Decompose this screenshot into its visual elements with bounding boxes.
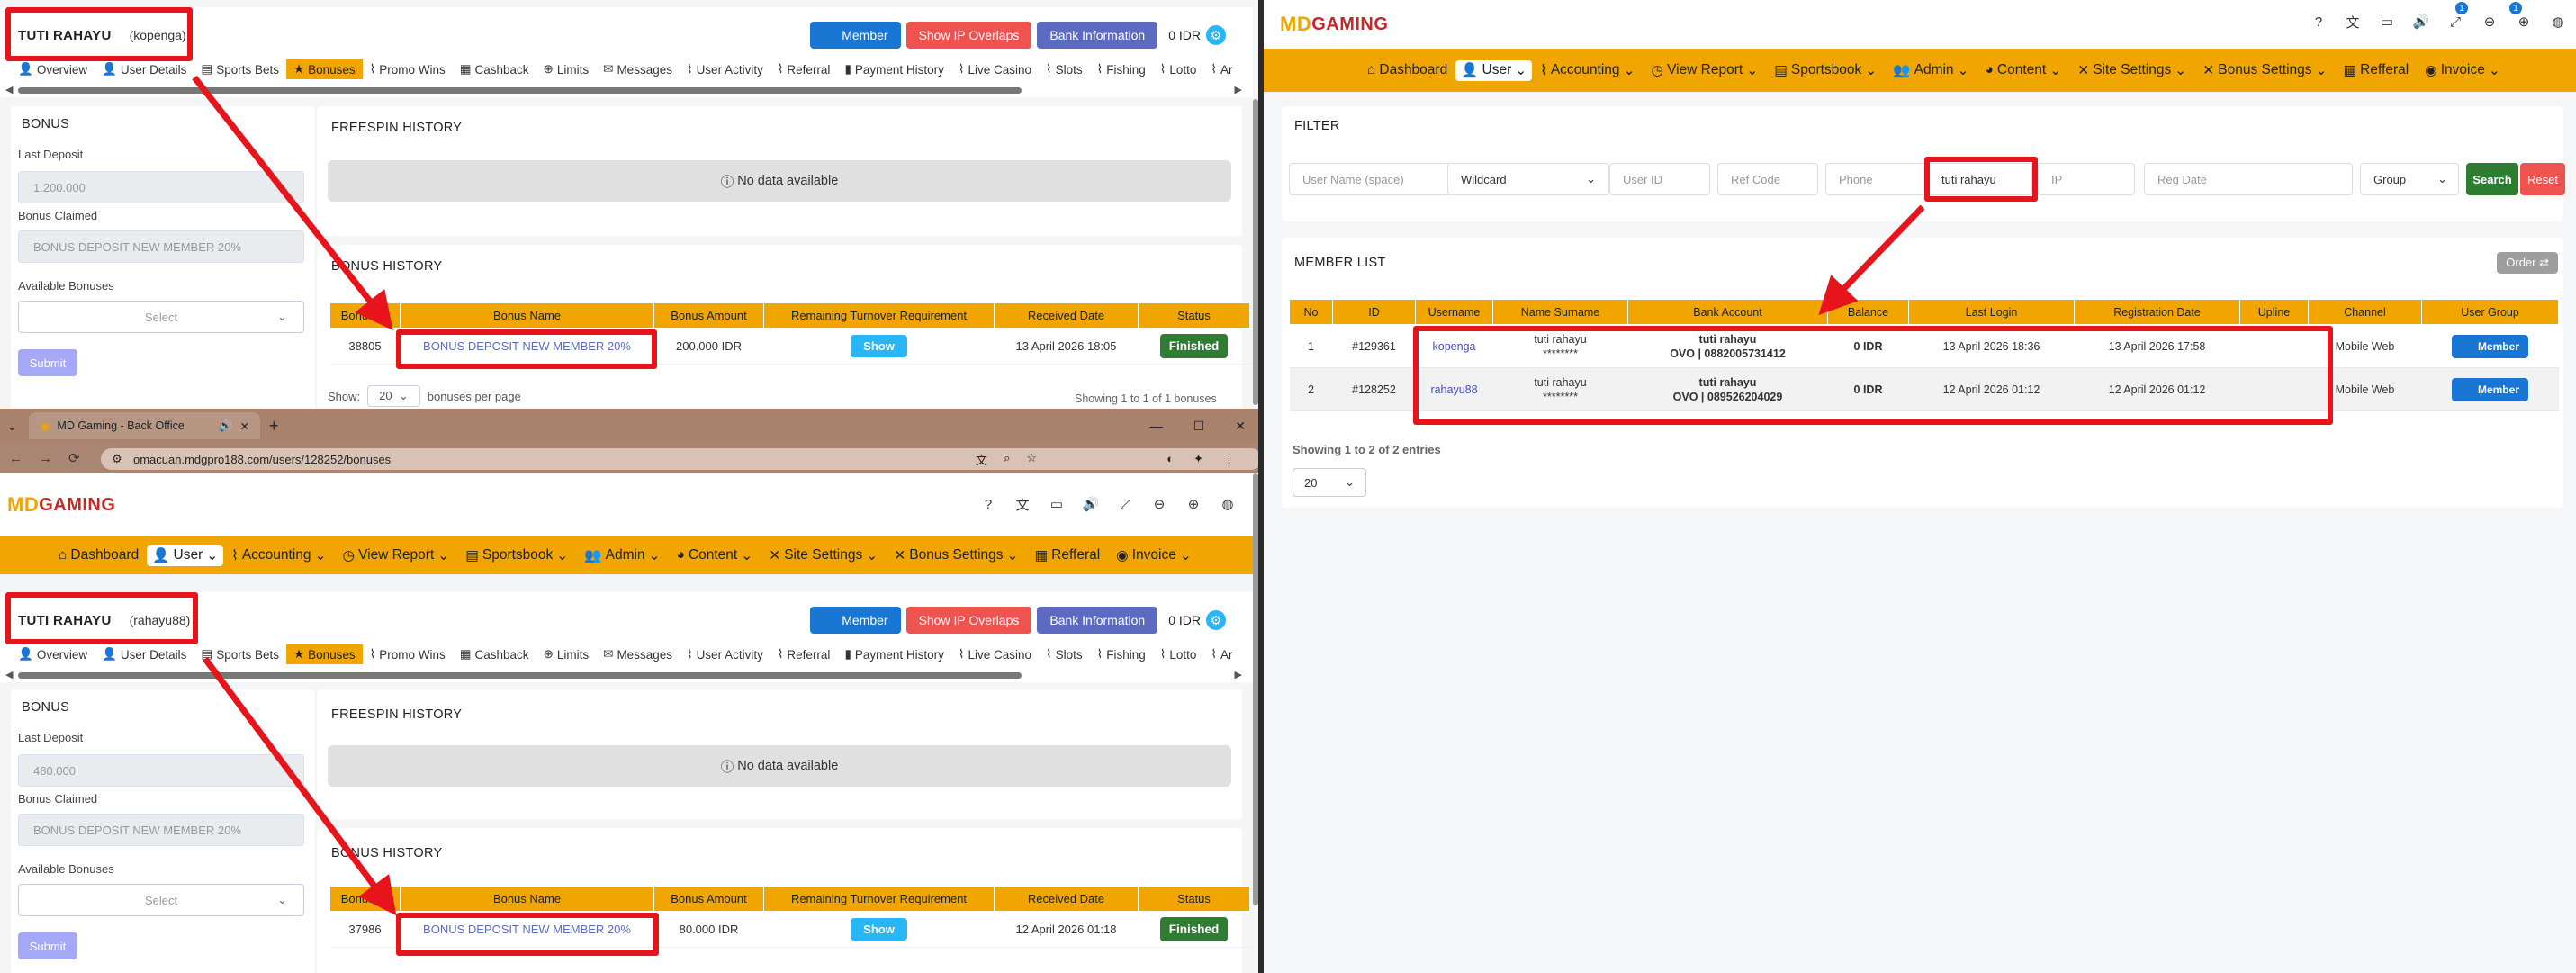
- arrow-to-bonus-top: [192, 75, 393, 331]
- arrow-to-bonus-bottom: [203, 656, 397, 916]
- annotation-arrows: [192, 75, 1925, 916]
- arrow-to-members: [1818, 204, 1925, 316]
